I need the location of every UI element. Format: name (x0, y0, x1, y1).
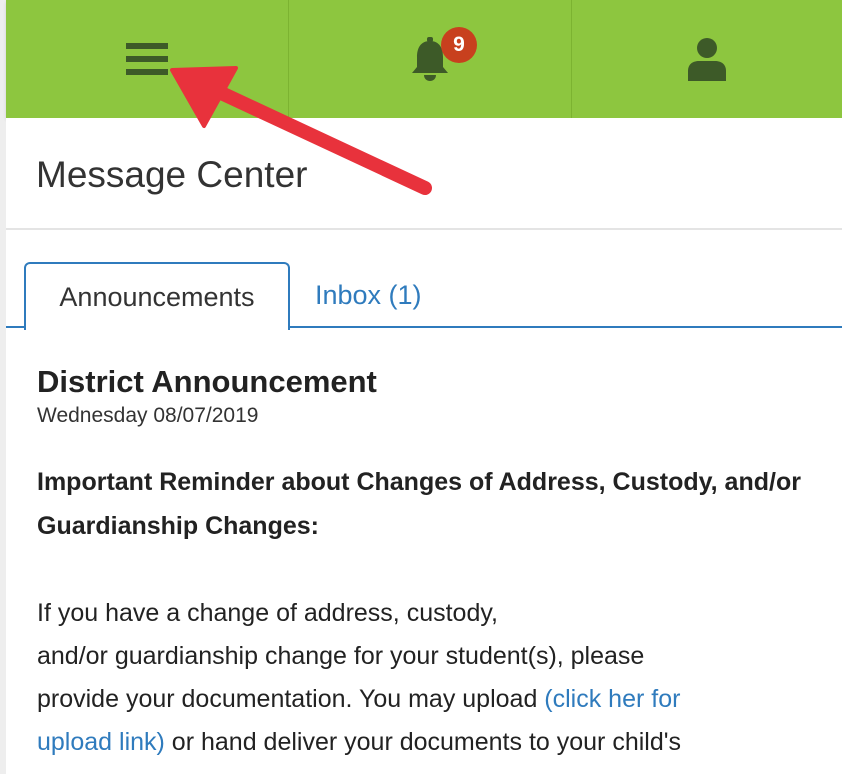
menu-button[interactable] (6, 0, 289, 118)
upload-link-continued[interactable]: upload link) (37, 728, 165, 756)
announcement-body: If you have a change of address, custody… (37, 592, 827, 764)
announcement-heading: Important Reminder about Changes of Addr… (37, 468, 801, 540)
hamburger-menu-icon (126, 41, 168, 77)
page-header: Message Center (6, 118, 842, 230)
notification-count-badge: 9 (441, 27, 477, 63)
profile-button[interactable] (572, 0, 842, 118)
body-line: upload link) or hand deliver your docume… (37, 721, 827, 764)
tab-announcements[interactable]: Announcements (24, 262, 290, 330)
user-icon (687, 37, 727, 81)
page-title: Message Center (36, 154, 308, 195)
announcement-content: District Announcement Wednesday 08/07/20… (37, 362, 827, 764)
notifications-button[interactable]: 9 (289, 0, 572, 118)
top-navigation-bar: 9 (6, 0, 842, 118)
announcement-date: Wednesday 08/07/2019 (37, 404, 259, 427)
upload-link[interactable]: (click her for (544, 685, 680, 713)
body-line: provide your documentation. You may uplo… (37, 678, 827, 721)
body-text: provide your documentation. You may uplo… (37, 685, 545, 713)
message-tabs: Announcements Inbox (1) (6, 262, 842, 330)
tab-inbox[interactable]: Inbox (1) (315, 262, 422, 328)
body-line: If you have a change of address, custody… (37, 599, 498, 627)
body-line: and/or guardianship change for your stud… (37, 642, 645, 670)
body-text: or hand deliver your documents to your c… (164, 728, 682, 756)
announcement-title: District Announcement (37, 364, 377, 399)
